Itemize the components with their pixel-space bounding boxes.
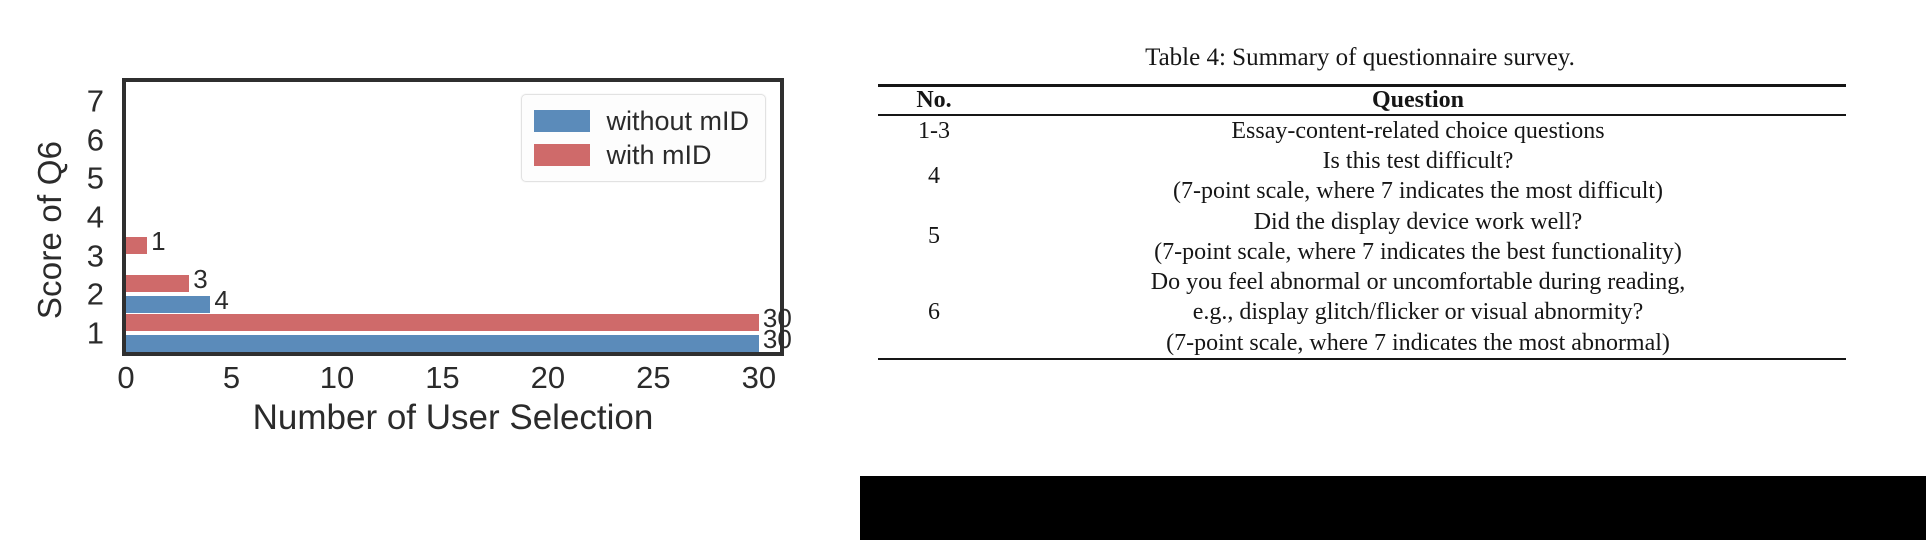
cell-no: 5	[928, 223, 940, 250]
legend-item-without-mid: without mID	[534, 104, 749, 138]
bar-value-label: 30	[762, 302, 792, 333]
y-tick-6: 6	[86, 122, 104, 158]
legend-item-with-mid: with mID	[534, 138, 749, 172]
x-tick-20: 20	[530, 360, 566, 395]
y-tick-7: 7	[86, 83, 104, 119]
y-axis-tick-labels: 7654321	[64, 78, 104, 356]
question-line: (7-point scale, where 7 indicates the be…	[1154, 238, 1682, 265]
table-body: 1-3 Essay-content-related choice question…	[878, 115, 1846, 359]
question-line: (7-point scale, where 7 indicates the mo…	[1172, 178, 1664, 205]
x-tick-10: 10	[319, 360, 355, 395]
bar-value-label: 3	[193, 264, 208, 295]
bar-with-mid-score-3	[126, 236, 148, 254]
cell-question: Do you feel abnormal or uncomfortable du…	[990, 267, 1846, 359]
question-line: Do you feel abnormal or uncomfortable du…	[1150, 269, 1686, 296]
x-tick-0: 0	[117, 360, 135, 395]
bar-chart-figure: Score of Q6 7654321 30 4 30 3 1 without mID …	[0, 0, 860, 540]
y-tick-1: 1	[86, 315, 104, 351]
bar-value-label: 4	[214, 285, 229, 316]
cell-no: 6	[928, 299, 940, 326]
table-row: 6 Do you feel abnormal or uncomfortable d…	[878, 267, 1846, 359]
question-line: Essay-content-related choice questions	[1231, 118, 1605, 144]
column-header-no: No.	[916, 87, 952, 113]
table-row: 4 Is this test difficult? (7-point scale, …	[878, 146, 1846, 206]
cell-question: Did the display device work well? (7-poin…	[990, 207, 1846, 267]
chart-legend: without mID with mID	[521, 94, 766, 182]
x-axis-label: Number of User Selection	[252, 398, 654, 437]
questionnaire-table: No. Question 1-3 Essay-content-related ch…	[878, 84, 1846, 360]
legend-label-without-mid: without mID	[606, 105, 749, 136]
plot-area: 30 4 30 3 1 without mID with mID	[122, 78, 792, 356]
cell-no: 4	[928, 162, 940, 189]
table-header-row: No. Question	[878, 85, 1846, 116]
table-figure: Table 4: Summary of questionnaire survey…	[860, 0, 1926, 540]
table-row: 5 Did the display device work well? (7-poi…	[878, 207, 1846, 267]
x-tick-5: 5	[222, 360, 241, 395]
question-line: Is this test difficult?	[1322, 148, 1514, 175]
table-caption: Table 4: Summary of questionnaire survey…	[1145, 44, 1575, 71]
cell-question: Is this test difficult? (7-point scale, w…	[990, 146, 1846, 206]
cell-no: 1-3	[918, 117, 950, 144]
question-line: (7-point scale, where 7 indicates the mo…	[1166, 329, 1670, 356]
legend-swatch-blue	[534, 110, 591, 132]
black-strip	[860, 476, 1926, 540]
x-tick-30: 30	[741, 360, 777, 395]
x-axis-tick-labels: 0 5 10 15 20 25 30	[117, 360, 784, 402]
y-tick-2: 2	[86, 276, 104, 312]
legend-swatch-red	[534, 144, 591, 166]
table-header: No. Question	[878, 85, 1846, 116]
bar-without-mid-score-2	[126, 296, 211, 314]
bar-without-mid-score-1	[126, 334, 759, 352]
question-line: Did the display device work well?	[1253, 208, 1583, 235]
x-tick-25: 25	[636, 360, 671, 395]
y-tick-3: 3	[86, 238, 104, 274]
bar-with-mid-score-2	[126, 275, 190, 293]
table-row: 1-3 Essay-content-related choice question…	[878, 115, 1846, 146]
question-line: e.g., display glitch/flicker or visual a…	[1192, 299, 1644, 326]
cell-question: Essay-content-related choice questions	[990, 115, 1846, 146]
bar-value-label: 1	[151, 225, 166, 256]
bar-with-mid-score-1	[126, 313, 759, 331]
column-header-question: Question	[1371, 87, 1464, 113]
x-tick-15: 15	[425, 360, 460, 395]
y-tick-4: 4	[86, 199, 104, 235]
y-tick-5: 5	[86, 160, 104, 196]
legend-label-with-mid: with mID	[606, 139, 712, 170]
